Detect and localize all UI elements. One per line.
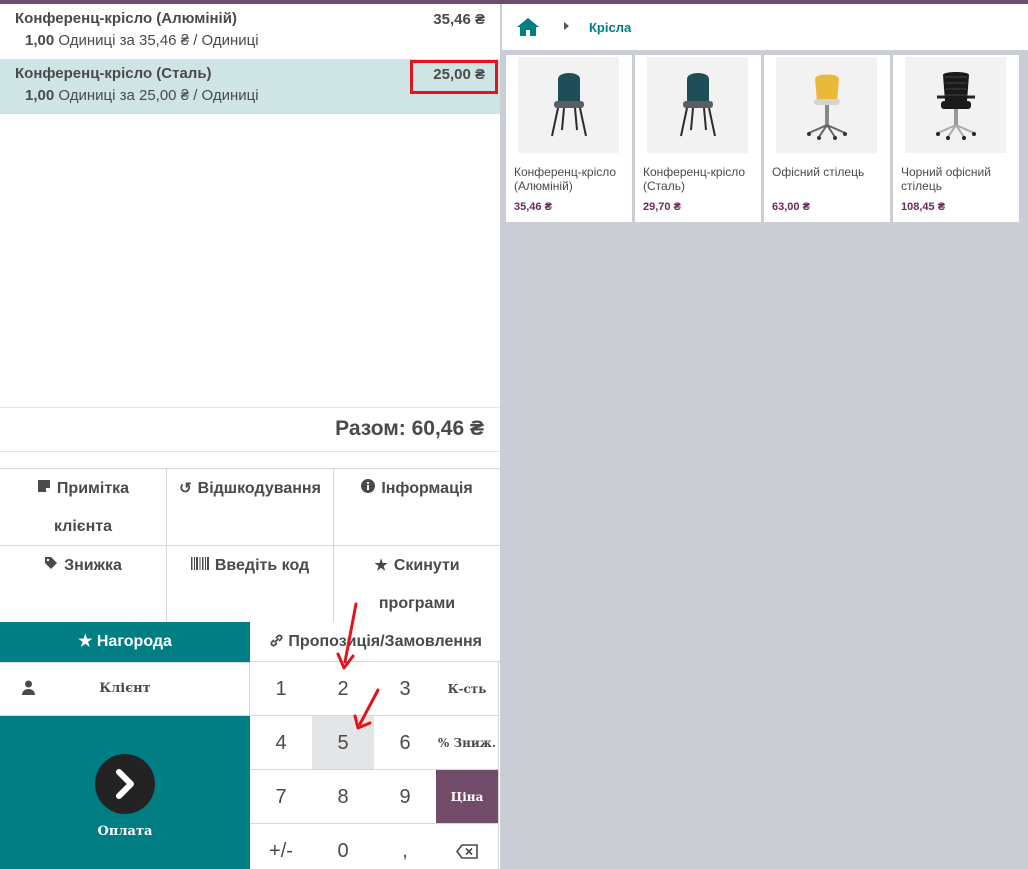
- proposal-label: Пропозиція/Замовлення: [288, 633, 483, 650]
- info-label: Інформація: [381, 480, 473, 497]
- chevron-right-icon: [95, 754, 155, 814]
- link-icon: [269, 633, 284, 650]
- numpad-key-5[interactable]: 5: [312, 716, 375, 770]
- numpad-price-mode[interactable]: Ціна: [436, 770, 499, 824]
- reset-programs-button[interactable]: ★ Скинути програми: [334, 546, 501, 623]
- product-name: Конференц-крісло (Сталь): [643, 165, 746, 193]
- product-price: 35,46 ₴: [514, 201, 552, 213]
- numpad-key-8[interactable]: 8: [312, 770, 375, 824]
- enter-code-label: Введіть код: [214, 557, 310, 574]
- reset-label-2: програми: [378, 595, 456, 612]
- payment-button[interactable]: Оплата: [0, 716, 250, 869]
- order-line[interactable]: Конференц-крісло (Алюміній) 35,46 ₴ 1,00…: [0, 4, 500, 59]
- numpad-key-1[interactable]: 1: [250, 662, 313, 716]
- product-image: [905, 57, 1006, 153]
- product-image: [776, 57, 877, 153]
- home-icon[interactable]: [516, 17, 540, 42]
- numpad-key-6[interactable]: 6: [374, 716, 437, 770]
- customer-label: Клієнт: [99, 681, 151, 696]
- numpad-key-0[interactable]: 0: [312, 824, 375, 869]
- info-circle-icon: [361, 470, 376, 508]
- product-image: [518, 57, 619, 153]
- product-price: 108,45 ₴: [901, 201, 946, 213]
- product-price: 63,00 ₴: [772, 201, 810, 213]
- numpad-quantity-mode[interactable]: К-сть: [436, 662, 499, 716]
- product-image: [647, 57, 748, 153]
- enter-code-button[interactable]: Введіть код: [167, 546, 334, 623]
- customer-note-label-2: клієнта: [53, 518, 113, 535]
- reward-button[interactable]: ★ Нагорода: [0, 622, 250, 662]
- numpad-key-4[interactable]: 4: [250, 716, 313, 770]
- customer-note-label-1: Примітка: [56, 480, 130, 497]
- product-card[interactable]: Конференц-крісло (Алюміній) 35,46 ₴: [506, 55, 632, 222]
- product-name: Конференц-крісло (Алюміній): [514, 165, 617, 193]
- undo-icon: ↺: [179, 480, 192, 497]
- refund-label: Відшкодування: [197, 480, 321, 497]
- chevron-right-icon: [564, 22, 569, 30]
- numpad-discount-mode[interactable]: % Зниж.: [436, 716, 499, 770]
- order-panel: Конференц-крісло (Алюміній) 35,46 ₴ 1,00…: [0, 4, 501, 869]
- breadcrumb-category[interactable]: Крісла: [589, 20, 631, 35]
- star-icon: ★: [374, 557, 388, 574]
- product-card[interactable]: Чорний офісний стілець 108,45 ₴: [893, 55, 1019, 222]
- order-line-unit-detail: Одиниці за 35,46 ₴ / Одиниці: [58, 32, 259, 49]
- order-line-detail: 1,00 Одиниці за 35,46 ₴ / Одиниці: [15, 32, 485, 49]
- star-icon: ★: [78, 633, 93, 650]
- product-card[interactable]: Офісний стілець 63,00 ₴: [764, 55, 890, 222]
- numpad-key-2[interactable]: 2: [312, 662, 375, 716]
- customer-note-button[interactable]: Примітка клієнта: [0, 469, 167, 546]
- numpad-sign-toggle[interactable]: +/-: [250, 824, 313, 869]
- numpad-key-9[interactable]: 9: [374, 770, 437, 824]
- numpad-key-3[interactable]: 3: [374, 662, 437, 716]
- tag-icon: [44, 547, 58, 585]
- order-line-qty: 1,00: [25, 32, 55, 49]
- order-line-selected[interactable]: Конференц-крісло (Сталь) 25,00 ₴ 1,00 Од…: [0, 59, 500, 114]
- control-buttons: Примітка клієнта ↺ Відшкодування Інформац…: [0, 468, 501, 623]
- numpad: 1 2 3 К-сть 4 5 6 % Зниж. 7 8 9 Ціна +/-…: [250, 662, 501, 869]
- info-button[interactable]: Інформація: [334, 469, 501, 546]
- order-line-qty: 1,00: [25, 87, 55, 104]
- discount-label: Знижка: [64, 557, 122, 574]
- numpad-decimal[interactable]: ,: [374, 824, 437, 869]
- refund-button[interactable]: ↺ Відшкодування: [167, 469, 334, 546]
- sticky-note-icon: [37, 470, 51, 508]
- backspace-icon: [456, 840, 478, 862]
- product-name: Чорний офісний стілець: [901, 165, 991, 193]
- barcode-icon: [190, 547, 209, 585]
- reset-label-1: Скинути: [393, 557, 460, 574]
- product-price: 29,70 ₴: [643, 201, 681, 213]
- numpad-backspace[interactable]: [436, 824, 499, 869]
- breadcrumb: Крісла: [502, 4, 1028, 50]
- discount-button[interactable]: Знижка: [0, 546, 167, 623]
- product-screen: Крісла Конференц-крісло (Алюміній) 35,46…: [500, 4, 1028, 869]
- order-line-unit-detail: Одиниці за 25,00 ₴ / Одиниці: [58, 87, 259, 104]
- order-line-price: 35,46 ₴: [433, 11, 485, 28]
- payment-label: Оплата: [97, 824, 153, 839]
- product-name: Офісний стілець: [772, 165, 865, 179]
- highlight-box: [410, 60, 498, 94]
- proposal-order-button[interactable]: Пропозиція/Замовлення: [250, 622, 501, 662]
- order-line-name: Конференц-крісло (Алюміній): [15, 10, 237, 27]
- product-card[interactable]: Конференц-крісло (Сталь) 29,70 ₴: [635, 55, 761, 222]
- reward-label: Нагорода: [96, 633, 172, 650]
- order-total: Разом: 60,46 ₴: [0, 407, 500, 452]
- numpad-key-7[interactable]: 7: [250, 770, 313, 824]
- customer-button[interactable]: Клієнт: [0, 662, 250, 716]
